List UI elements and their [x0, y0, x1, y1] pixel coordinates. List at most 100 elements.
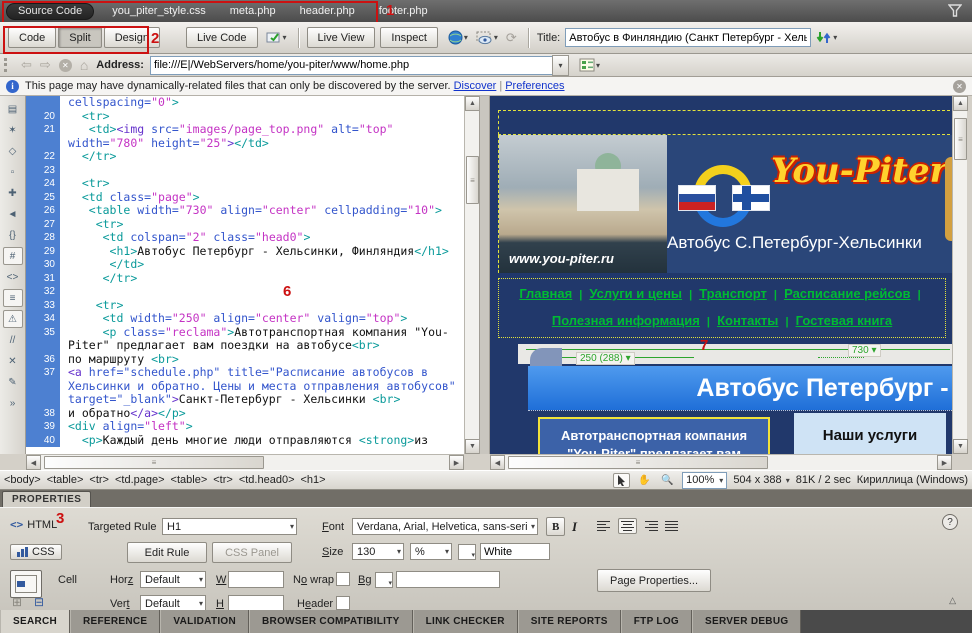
text-color-input[interactable] — [480, 543, 550, 560]
tag-selector[interactable]: <body><table><tr><td.page><table><tr><td… — [4, 474, 332, 486]
code-line[interactable]: 38и обратно</a></p> — [26, 407, 464, 421]
collapse-panel-icon[interactable]: △ — [949, 595, 956, 606]
nav-link[interactable]: Гостевая книга — [796, 313, 893, 328]
nav-link[interactable]: Контакты — [717, 313, 778, 328]
related-file-tab[interactable]: you_piter_style.css — [112, 5, 206, 17]
nav-link[interactable]: Расписание рейсов — [784, 286, 910, 301]
scrollbar-thumb[interactable]: ≡ — [466, 156, 479, 204]
code-line[interactable]: 39<div align="left"> — [26, 420, 464, 434]
scroll-down-icon[interactable]: ▼ — [953, 439, 968, 454]
live-view-button[interactable]: Live View — [307, 27, 376, 48]
more-icon[interactable]: » — [3, 394, 23, 412]
title-input[interactable] — [565, 28, 811, 47]
results-tab-reference[interactable]: REFERENCE — [70, 610, 160, 633]
zoom-tool-icon[interactable]: 🔍 — [659, 473, 676, 488]
tab-source-code[interactable]: Source Code — [6, 3, 94, 20]
promo-box[interactable]: Автотранспортная компания "You-Piter" пр… — [538, 417, 770, 454]
apply-comment-icon[interactable]: // — [3, 331, 23, 349]
html-mode-button[interactable]: <>HTML — [10, 518, 57, 531]
back-icon[interactable]: ⇦ — [21, 57, 32, 73]
site-banner[interactable]: You-Piter Автобус С.Петербург-Хельсинки … — [498, 135, 952, 273]
refresh-icon[interactable]: ⟳ — [506, 30, 517, 46]
table-width-label[interactable]: 730 ▾ — [848, 344, 881, 357]
validate-markup-icon[interactable]: ▾ — [266, 31, 287, 44]
home-icon[interactable]: ⌂ — [80, 57, 88, 73]
code-line[interactable]: cellspacing="0"> — [26, 96, 464, 110]
code-line[interactable]: 40 <p>Каждый день многие люди отправляют… — [26, 434, 464, 448]
header-checkbox[interactable] — [336, 596, 350, 610]
css-panel-button[interactable]: CSS Panel — [212, 542, 292, 563]
tag-selector-item[interactable]: <td.head0> — [239, 474, 295, 486]
results-tab-browser-compatibility[interactable]: BROWSER COMPATIBILITY — [249, 610, 413, 633]
nav-link[interactable]: Транспорт — [699, 286, 767, 301]
expand-all-icon[interactable]: ✚ — [3, 184, 23, 202]
nowrap-checkbox[interactable] — [336, 572, 350, 586]
results-tab-link-checker[interactable]: LINK CHECKER — [413, 610, 518, 633]
targeted-rule-select[interactable]: H1▾ — [162, 518, 297, 535]
code-line[interactable]: 27 <tr> — [26, 218, 464, 232]
code-view-button[interactable]: Code — [8, 27, 56, 48]
code-editor[interactable]: cellspacing="0">20 <tr>21 <td><img src="… — [26, 96, 464, 454]
edit-rule-button[interactable]: Edit Rule — [127, 542, 207, 563]
scrollbar-thumb[interactable]: ≡ — [954, 118, 967, 160]
close-icon[interactable]: ✕ — [953, 80, 966, 93]
tag-selector-item[interactable]: <body> — [4, 474, 41, 486]
format-source-code-icon[interactable]: ✎ — [3, 373, 23, 391]
scroll-up-icon[interactable]: ▲ — [953, 96, 968, 111]
code-line[interactable]: 21 <td><img src="images/page_top.png" al… — [26, 123, 464, 150]
font-select[interactable]: Verdana, Arial, Helvetica, sans-serif▾ — [352, 518, 538, 535]
tag-selector-item[interactable]: <table> — [47, 474, 84, 486]
syntax-error-alerts-icon[interactable]: ⚠ — [3, 310, 23, 328]
size-select[interactable]: 130▾ — [352, 543, 404, 560]
align-left-icon[interactable] — [596, 519, 613, 533]
size-unit-select[interactable]: %▾ — [410, 543, 452, 560]
results-tab-search[interactable]: SEARCH — [0, 610, 70, 633]
code-line[interactable]: 34 <td width="250" align="center" valign… — [26, 312, 464, 326]
split-cell-icon[interactable]: ⊟ — [34, 595, 44, 609]
open-documents-icon[interactable]: ▤ — [3, 100, 23, 118]
balance-braces-icon[interactable]: {} — [3, 226, 23, 244]
forward-icon[interactable]: ⇨ — [40, 57, 51, 73]
scroll-down-icon[interactable]: ▼ — [465, 439, 480, 454]
page-properties-button[interactable]: Page Properties... — [597, 569, 711, 592]
address-dropdown-icon[interactable]: ▾ — [552, 55, 569, 76]
inspect-button[interactable]: Inspect — [380, 27, 437, 48]
scroll-right-icon[interactable]: ▶ — [937, 455, 952, 470]
column-width-label[interactable]: 250 (288) ▾ — [576, 352, 635, 365]
tag-selector-item[interactable]: <table> — [171, 474, 208, 486]
scrollbar-thumb[interactable]: ≡ — [44, 456, 264, 469]
magnification-select[interactable]: 100%▾ — [682, 472, 727, 489]
design-vertical-scrollbar[interactable]: ▲ ≡ ▼ — [952, 96, 967, 454]
hand-tool-icon[interactable]: ✋ — [636, 473, 653, 488]
scroll-up-icon[interactable]: ▲ — [465, 96, 480, 111]
code-horizontal-scrollbar[interactable]: ◀ ≡ ▶ — [26, 454, 464, 470]
page-heading-banner[interactable]: Автобус Петербург - Хельсинки — [528, 366, 952, 410]
grip-handle[interactable] — [4, 58, 13, 72]
align-justify-icon[interactable] — [664, 519, 681, 533]
stop-icon[interactable]: ✕ — [59, 59, 72, 72]
nav-link[interactable]: Главная — [519, 286, 572, 301]
merge-cells-icon[interactable]: ⊞ — [12, 595, 22, 609]
check-browser-compatibility-icon[interactable]: ▾ — [476, 31, 498, 45]
code-vertical-scrollbar[interactable]: ▲ ≡ ▼ — [464, 96, 479, 454]
tag-selector-item[interactable]: <tr> — [213, 474, 233, 486]
code-line[interactable]: 32 — [26, 285, 464, 299]
css-mode-button[interactable]: CSS — [10, 544, 62, 560]
line-numbers-icon[interactable]: # — [3, 247, 23, 265]
code-line[interactable]: 24 <tr> — [26, 177, 464, 191]
scroll-right-icon[interactable]: ▶ — [449, 455, 464, 470]
tag-selector-item[interactable]: <td.page> — [115, 474, 165, 486]
width-input[interactable] — [228, 571, 284, 588]
code-line[interactable]: 26 <table width="730" align="center" cel… — [26, 204, 464, 218]
code-line[interactable]: 28 <td colspan="2" class="head0"> — [26, 231, 464, 245]
related-file-tab[interactable]: header.php — [300, 5, 355, 17]
collapse-selection-icon[interactable]: ▫ — [3, 163, 23, 181]
design-view[interactable]: You-Piter Автобус С.Петербург-Хельсинки … — [490, 96, 952, 454]
italic-button[interactable]: I — [572, 519, 577, 535]
collapse-full-tag-icon[interactable]: ◇ — [3, 142, 23, 160]
select-tool-icon[interactable] — [613, 473, 630, 488]
code-line[interactable]: 20 <tr> — [26, 110, 464, 124]
filter-icon[interactable] — [948, 4, 962, 17]
select-parent-tag-icon[interactable]: ◄ — [3, 205, 23, 223]
code-line[interactable]: 31 </tr> — [26, 272, 464, 286]
